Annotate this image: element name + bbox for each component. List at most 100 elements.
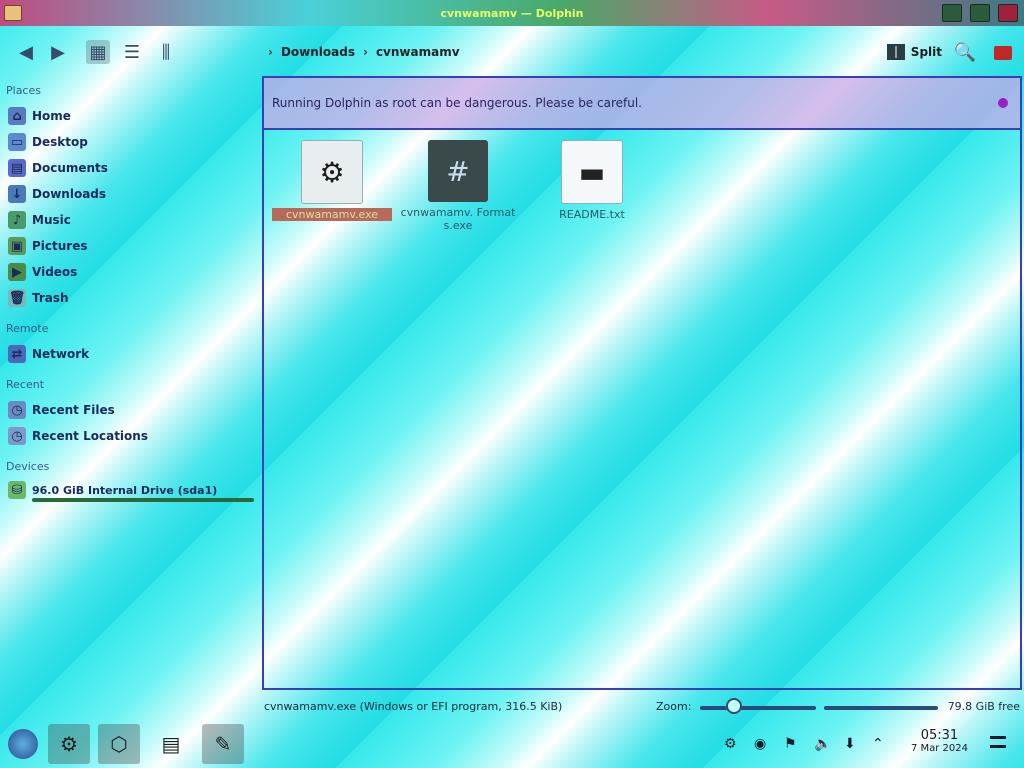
sidebar-item-label: Pictures <box>32 239 88 253</box>
places-panel: Places ⌂ Home ▭ Desktop ▤ Documents ↓ Do… <box>0 78 260 690</box>
split-label: Split <box>910 45 942 59</box>
minimize-button[interactable] <box>942 4 962 22</box>
file-item-installer[interactable]: ⚙ cvnwamamv.exe <box>272 140 392 221</box>
desktop-icon: ▭ <box>8 133 26 151</box>
sidebar-item-documents[interactable]: ▤ Documents <box>8 158 108 178</box>
taskbar-app-editor[interactable]: ✎ <box>202 724 244 764</box>
editor-icon: ✎ <box>214 732 232 756</box>
sidebar-item-desktop[interactable]: ▭ Desktop <box>8 132 88 152</box>
recent-heading: Recent <box>6 378 45 391</box>
script-icon: # <box>428 140 488 202</box>
sidebar-item-trash[interactable]: 🗑 Trash <box>8 288 69 308</box>
zoom-slider-handle[interactable] <box>726 698 742 714</box>
sidebar-item-label: Recent Locations <box>32 429 148 443</box>
recent-files-icon: ◷ <box>8 401 26 419</box>
sidebar-item-downloads[interactable]: ↓ Downloads <box>8 184 106 204</box>
music-icon: ♪ <box>8 211 26 229</box>
breadcrumb-current[interactable]: cvnwamamv <box>376 45 460 59</box>
close-banner-button[interactable] <box>998 98 1008 108</box>
sidebar-item-label: Videos <box>32 265 78 279</box>
recent-locations-icon: ◷ <box>8 427 26 445</box>
hamburger-menu-button[interactable] <box>994 46 1012 60</box>
columns-icon: ⫼ <box>161 41 171 63</box>
file-name: README.txt <box>559 208 625 221</box>
free-space-label: 79.8 GiB free <box>947 700 1020 713</box>
grid-icon: ▦ <box>89 41 107 63</box>
installer-icon: ⚙ <box>301 140 363 204</box>
drive-icon: ⛁ <box>8 481 26 499</box>
chevron-right-icon: › <box>362 45 368 59</box>
sidebar-item-label: Trash <box>32 291 69 305</box>
file-name: cvnwamamv. Formats.exe <box>400 206 516 232</box>
show-desktop-button[interactable] <box>990 736 1006 748</box>
taskbar-app-settings[interactable]: ⚙ <box>48 724 90 764</box>
home-icon: ⌂ <box>8 107 26 125</box>
pictures-icon: ▣ <box>8 237 26 255</box>
search-button[interactable]: 🔍 <box>954 42 976 63</box>
sidebar-item-label: Documents <box>32 161 108 175</box>
icons-view-button[interactable]: ▦ <box>86 40 110 64</box>
clock-date: 7 Mar 2024 <box>910 743 968 754</box>
chevron-up-icon[interactable]: ⌃ <box>872 736 884 752</box>
clipboard-icon[interactable]: ⚙ <box>724 736 737 752</box>
search-icon: 🔍 <box>953 42 976 63</box>
arrow-right-icon: ▶ <box>51 41 65 63</box>
chevron-right-icon: › <box>268 45 273 59</box>
devices-heading: Devices <box>6 460 50 473</box>
places-heading: Places <box>6 84 41 97</box>
launcher-icon <box>8 729 38 759</box>
taskbar-app-dolphin[interactable]: ▤ <box>150 724 192 764</box>
sidebar-item-label: Home <box>32 109 71 123</box>
breadcrumb: › Downloads › cvnwamamv <box>268 45 460 59</box>
documents-icon: ▤ <box>8 159 26 177</box>
maximize-button[interactable] <box>970 4 990 22</box>
sidebar-item-label: 96.0 GiB Internal Drive (sda1) <box>32 483 218 497</box>
volume-icon[interactable]: 🔈 <box>814 736 831 752</box>
file-name: cvnwamamv.exe <box>272 208 392 221</box>
sidebar-item-music[interactable]: ♪ Music <box>8 210 71 230</box>
free-space-bar <box>824 706 938 710</box>
text-file-icon: ▬ <box>561 140 623 204</box>
list-icon: ☰ <box>123 41 141 63</box>
compact-view-button[interactable]: ☰ <box>120 40 144 64</box>
status-bar: cvnwamamv.exe (Windows or EFI program, 3… <box>0 696 1024 718</box>
settings-icon: ⚙ <box>60 732 78 756</box>
file-item-script[interactable]: # cvnwamamv. Formats.exe <box>398 140 518 232</box>
root-warning-banner: Running Dolphin as root can be dangerous… <box>264 78 1020 130</box>
sidebar-item-label: Desktop <box>32 135 88 149</box>
file-view[interactable]: Running Dolphin as root can be dangerous… <box>262 76 1022 690</box>
sidebar-item-pictures[interactable]: ▣ Pictures <box>8 236 88 256</box>
taskbar-app-discover[interactable]: ⬡ <box>98 724 140 764</box>
sidebar-item-network[interactable]: ⇄ Network <box>8 344 89 364</box>
trash-icon: 🗑 <box>8 289 26 307</box>
sidebar-item-home[interactable]: ⌂ Home <box>8 106 71 126</box>
clock[interactable]: 05:31 7 Mar 2024 <box>911 728 968 754</box>
forward-button[interactable]: ▶ <box>46 40 70 64</box>
window-title: cvnwamamv — Dolphin <box>440 6 584 20</box>
sidebar-item-label: Downloads <box>32 187 107 201</box>
details-view-button[interactable]: ⫼ <box>154 40 178 64</box>
folder-icon: ▤ <box>161 732 181 756</box>
arrow-left-icon: ◀ <box>19 41 33 63</box>
split-button[interactable]: Split <box>886 44 942 60</box>
toolbar: ◀ ▶ ▦ ☰ ⫼ › Downloads › cvnwamamv Split … <box>0 30 1024 74</box>
sidebar-item-drive[interactable]: ⛁ 96.0 GiB Internal Drive (sda1) <box>8 480 217 500</box>
notifications-icon[interactable]: ⚑ <box>784 736 797 752</box>
sidebar-item-recent-locations[interactable]: ◷ Recent Locations <box>8 426 148 446</box>
remote-heading: Remote <box>6 322 49 335</box>
sidebar-item-videos[interactable]: ▶ Videos <box>8 262 77 282</box>
back-button[interactable]: ◀ <box>14 40 38 64</box>
zoom-label: Zoom: <box>656 700 692 713</box>
selection-info: cvnwamamv.exe (Windows or EFI program, 3… <box>264 700 563 713</box>
title-bar: cvnwamamv — Dolphin <box>0 0 1024 26</box>
breadcrumb-downloads[interactable]: Downloads <box>281 45 355 59</box>
updates-icon[interactable]: ⬇ <box>844 736 856 752</box>
file-item-readme[interactable]: ▬ README.txt <box>532 140 652 221</box>
network-tray-icon[interactable]: ◉ <box>754 736 766 752</box>
window-controls <box>942 4 1018 22</box>
network-icon: ⇄ <box>8 345 26 363</box>
close-window-button[interactable] <box>998 4 1018 22</box>
sidebar-item-recent-files[interactable]: ◷ Recent Files <box>8 400 115 420</box>
app-launcher-button[interactable] <box>2 724 44 764</box>
zoom-slider[interactable] <box>700 706 816 710</box>
